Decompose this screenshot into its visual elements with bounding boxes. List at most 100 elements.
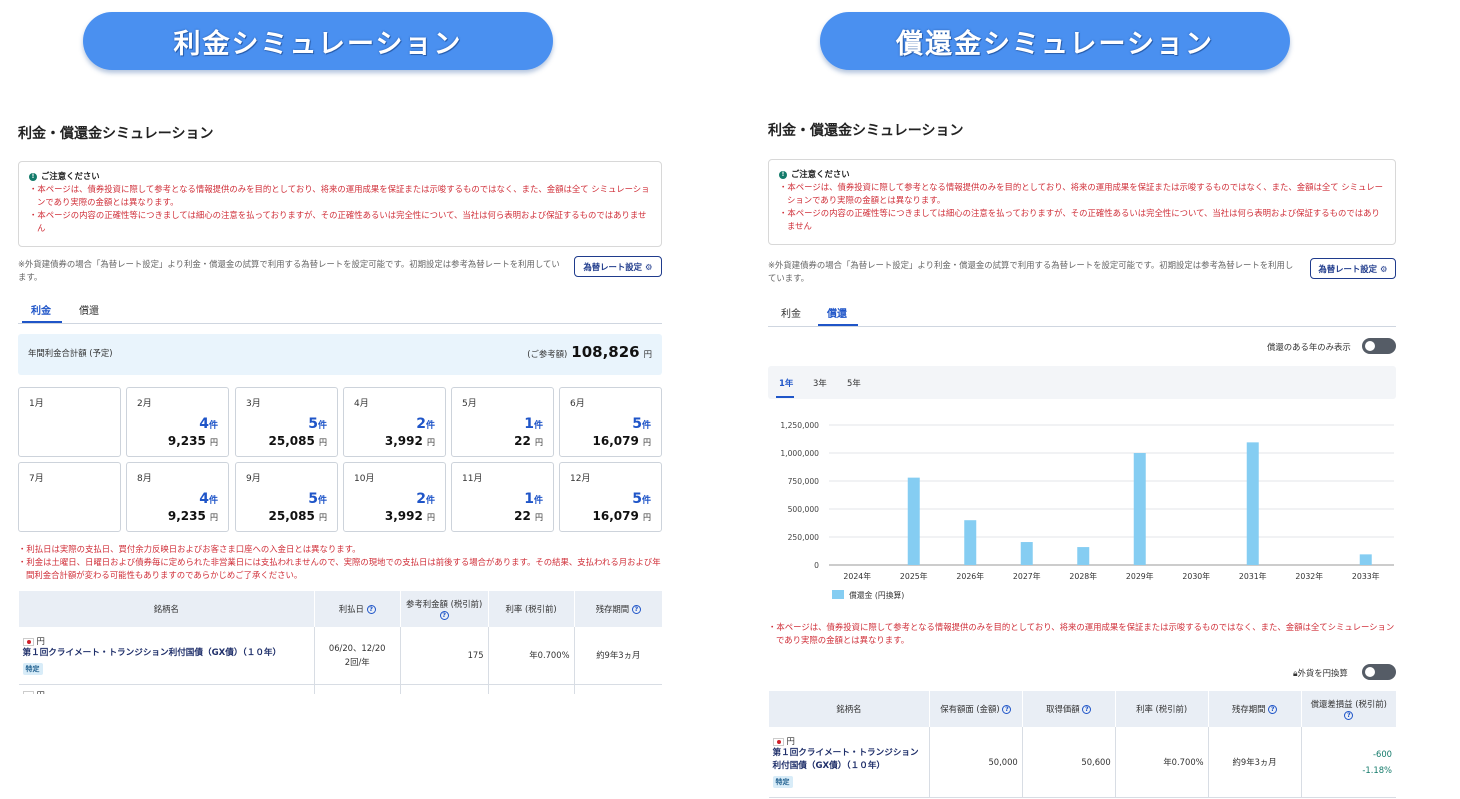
x-tick-label: 2032年 [1295, 571, 1323, 581]
month-label: 12月 [570, 474, 591, 484]
interest-note: ・利金は土曜日、日曜日および債券毎に定められた非営業日には支払われませんので、実… [18, 557, 661, 580]
table-row[interactable]: 円 第１回クライメート・トランジション利付国債（GX債）（１０年） 特定 06/… [18, 627, 662, 685]
x-tick-label: 2027年 [1013, 571, 1041, 581]
x-tick-label: 2031年 [1239, 571, 1267, 581]
month-amount: 22 円 [514, 434, 543, 448]
pay-frequency: 2回/年 [344, 657, 370, 668]
month-cell[interactable]: 8月 4件 9,235 円 [126, 462, 229, 532]
only-redemption-years-toggle[interactable] [1362, 338, 1396, 354]
y-tick-label: 250,000 [788, 533, 820, 542]
remaining-term: 約9年3ヵ月 [573, 627, 662, 685]
notice-item: ・本ページは、債券投資に際して参考となる情報提供のみを目的としており、将来の運用… [779, 182, 1383, 205]
legend-label: 償還金 (円換算) [849, 590, 904, 600]
month-count: 1件 [524, 416, 543, 432]
interest-notes: ・利払日は実際の支払日、買付余力反映日およびお客さま口座への入金日とは異なります… [18, 543, 662, 582]
month-amount: 25,085 円 [268, 434, 328, 448]
month-cell[interactable]: 2月 4件 9,235 円 [126, 387, 229, 457]
tab-interest[interactable]: 利金 [31, 302, 51, 317]
x-tick-label: 2025年 [900, 571, 928, 581]
table-row[interactable]: 円 第１回クライメート・トランジション利付国債（GX債）（１０年） 特定 50,… [768, 727, 1396, 798]
table-row[interactable]: 円 [18, 684, 662, 694]
tab-bar [768, 301, 1396, 327]
notice-item: ・本ページは、債券投資に際して参考となる情報提供のみを目的としており、将来の運用… [29, 184, 650, 207]
year-tab-3[interactable]: 3年 [813, 377, 827, 389]
month-label: 1月 [29, 399, 44, 409]
help-icon[interactable]: ? [439, 611, 449, 620]
bar-2027年[interactable] [1020, 542, 1033, 565]
month-cell[interactable]: 1月 [18, 387, 121, 457]
month-cell[interactable]: 5月 1件 22 円 [451, 387, 554, 457]
month-label: 10月 [354, 474, 375, 484]
active-tab-indicator [818, 324, 858, 326]
redemption-note: ・本ページは、債券投資に際して参考となる情報提供のみを目的としており、将来の運用… [768, 621, 1396, 647]
col-header-rate: 利率 (税引前) [1114, 691, 1209, 727]
y-tick-label: 0 [814, 561, 819, 570]
month-label: 7月 [29, 474, 44, 484]
interest-simulation-banner: 利金シミュレーション [83, 12, 553, 70]
col-header-pay-date: 利払日 ? [313, 591, 401, 627]
y-tick-label: 750,000 [788, 477, 820, 486]
bar-2031年[interactable] [1246, 442, 1259, 565]
redemption-table: 銘柄名 保有額面 (金額) ? 取得価額 ? 利率 (税引前) 残存期間 ? 償… [768, 691, 1396, 798]
month-cell[interactable]: 12月 5件 16,079 円 [559, 462, 662, 532]
interest-rate: 年0.700% [1114, 727, 1209, 798]
fx-to-yen-toggle[interactable] [1362, 664, 1396, 680]
ref-interest-amount: 175 [399, 627, 489, 685]
month-count: 5件 [632, 491, 651, 507]
month-cell[interactable]: 7月 [18, 462, 121, 532]
month-amount: 9,235 円 [167, 509, 218, 523]
month-label: 5月 [462, 399, 477, 409]
currency-label: 円 [36, 636, 45, 647]
month-label: 2月 [137, 399, 152, 409]
fx-note: ※外貨建債券の場合「為替レート設定」より利金・償還金の試算で利用する為替レートを… [768, 260, 1294, 283]
yen-unit: 円 [643, 349, 652, 359]
col-header-remaining: 残存期間 ? [1207, 691, 1302, 727]
year-tab-5[interactable]: 5年 [847, 377, 861, 389]
month-count: 2件 [416, 491, 435, 507]
bond-name-link[interactable]: 第１回クライメート・トランジション利付国債（GX債）（１０年） [773, 747, 925, 773]
month-cell[interactable]: 11月 1件 22 円 [451, 462, 554, 532]
page-title: 利金・償還金シミュレーション [18, 126, 214, 142]
account-type-badge: 特定 [22, 663, 43, 676]
help-icon[interactable]: ? [631, 605, 641, 614]
month-cell[interactable]: 4月 2件 3,992 円 [343, 387, 446, 457]
redemption-note-text: ・本ページは、債券投資に際して参考となる情報提供のみを目的としており、将来の運用… [768, 622, 1395, 645]
interest-rate: 年0.700% [487, 627, 575, 685]
help-icon[interactable]: ? [1002, 705, 1012, 714]
notice-box: ! ご注意ください ・本ページは、債券投資に際して参考となる情報提供のみを目的とし… [768, 159, 1396, 245]
help-icon[interactable]: ? [366, 605, 376, 614]
japan-flag-icon [772, 737, 784, 746]
month-cell[interactable]: 3月 5件 25,085 円 [235, 387, 338, 457]
fx-rate-settings-label: 為替レート設定 [583, 261, 643, 272]
bar-2025年[interactable] [907, 477, 920, 565]
month-cell[interactable]: 10月 2件 3,992 円 [343, 462, 446, 532]
x-tick-label: 2030年 [1182, 571, 1210, 581]
x-tick-label: 2033年 [1352, 571, 1380, 581]
month-cell[interactable]: 9月 5件 25,085 円 [235, 462, 338, 532]
month-count: 5件 [632, 416, 651, 432]
tab-interest[interactable]: 利金 [781, 305, 801, 320]
col-header-name: 銘柄名 [18, 591, 315, 627]
bar-2026年[interactable] [964, 520, 977, 565]
help-icon[interactable]: ? [1082, 705, 1092, 714]
month-label: 6月 [570, 399, 585, 409]
year-tab-1[interactable]: 1年 [779, 377, 793, 389]
help-icon[interactable]: ? [1344, 711, 1354, 720]
fx-rate-settings-button[interactable]: 為替レート設定 ⚙ [574, 256, 662, 277]
x-tick-label: 2029年 [1126, 571, 1154, 581]
pay-dates: 06/20、12/20 [328, 643, 386, 654]
remaining-term: 約9年3ヵ月 [1207, 727, 1302, 798]
bar-2029年[interactable] [1133, 453, 1146, 565]
col-header-redemption-pl: 償還差損益 (税引前) ? [1300, 691, 1396, 727]
month-cell[interactable]: 6月 5件 16,079 円 [559, 387, 662, 457]
col-header-name: 銘柄名 [768, 691, 930, 727]
bar-2033年[interactable] [1359, 554, 1372, 565]
face-value: 50,000 [928, 727, 1023, 798]
bond-name-link[interactable]: 第１回クライメート・トランジション利付国債（GX債）（１０年） [23, 647, 310, 660]
tab-redemption[interactable]: 償還 [827, 305, 847, 320]
tab-redemption[interactable]: 償還 [79, 302, 99, 317]
bar-2028年[interactable] [1077, 547, 1090, 565]
info-icon: ! [29, 172, 37, 181]
fx-rate-settings-button[interactable]: 為替レート設定 ⚙ [1310, 258, 1396, 279]
help-icon[interactable]: ? [1268, 705, 1278, 714]
